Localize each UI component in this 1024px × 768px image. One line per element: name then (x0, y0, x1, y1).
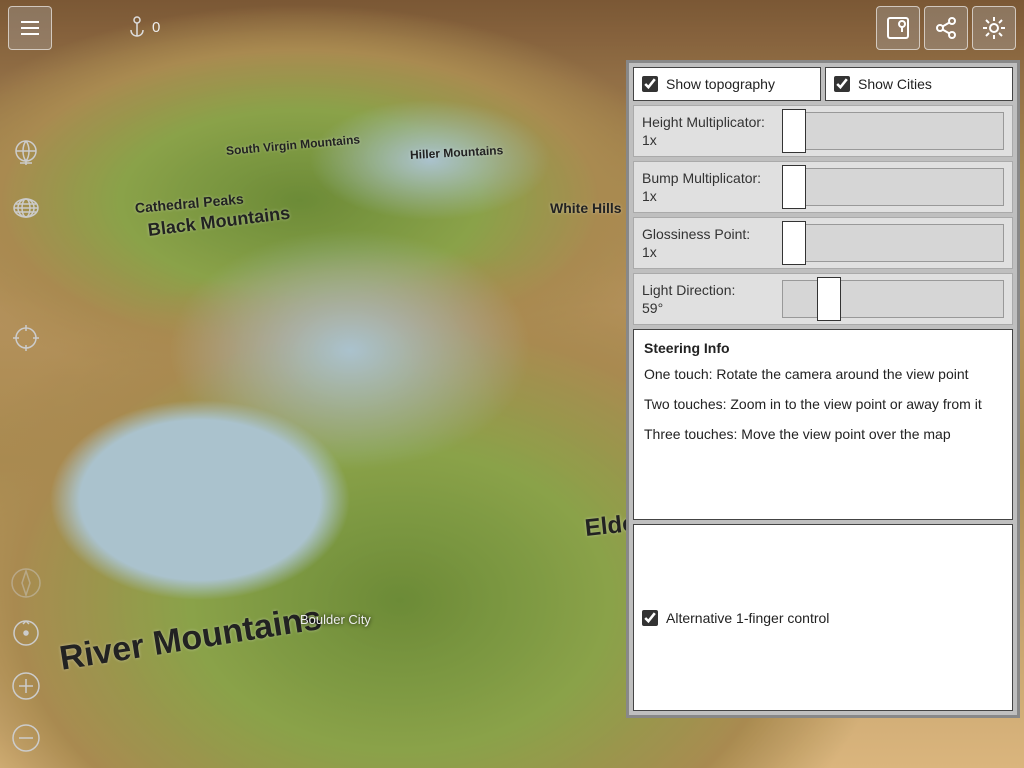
menu-button[interactable] (8, 6, 52, 50)
zoom-in-button[interactable] (8, 668, 44, 704)
gloss-slider-row: Glossiness Point:1x (633, 217, 1013, 269)
steering-info-title: Steering Info (644, 340, 1002, 356)
show-cities-input[interactable] (834, 76, 850, 92)
settings-button[interactable] (972, 6, 1016, 50)
gloss-slider[interactable] (782, 224, 1004, 262)
gloss-slider-label: Glossiness Point:1x (642, 225, 782, 261)
light-slider-row: Light Direction:59° (633, 273, 1013, 325)
map-pin-icon (885, 15, 911, 41)
light-slider[interactable] (782, 280, 1004, 318)
steering-info-box: Steering Info One touch: Rotate the came… (633, 329, 1013, 520)
steering-info-line: Three touches: Move the view point over … (644, 426, 1002, 442)
bump-slider-label: Bump Multiplicator:1x (642, 169, 782, 205)
show-topography-checkbox[interactable]: Show topography (633, 67, 821, 101)
crosshair-icon (11, 323, 41, 353)
bump-slider[interactable] (782, 168, 1004, 206)
compass-button[interactable] (8, 565, 44, 601)
globe-wire-button[interactable] (8, 190, 44, 226)
settings-panel: Show topography Show Cities Height Multi… (626, 60, 1020, 718)
bump-slider-row: Bump Multiplicator:1x (633, 161, 1013, 213)
share-button[interactable] (924, 6, 968, 50)
anchor-icon (128, 16, 146, 38)
height-slider-label: Height Multiplicator:1x (642, 113, 782, 149)
plus-icon (10, 670, 42, 702)
globe-icon (11, 138, 41, 168)
show-topography-input[interactable] (642, 76, 658, 92)
locate-button[interactable] (8, 320, 44, 356)
share-icon (933, 15, 959, 41)
compass-icon (9, 566, 43, 600)
zoom-out-button[interactable] (8, 720, 44, 756)
steering-info-line: One touch: Rotate the camera around the … (644, 366, 1002, 382)
steering-info-line: Two touches: Zoom in to the view point o… (644, 396, 1002, 412)
height-slider-row: Height Multiplicator:1x (633, 105, 1013, 157)
gear-icon (980, 14, 1008, 42)
altitude-value: 0 (152, 19, 160, 36)
altitude-indicator: 0 (128, 16, 160, 38)
globe-wire-icon (11, 193, 41, 223)
alt-control-label: Alternative 1-finger control (666, 610, 829, 626)
alt-control-input[interactable] (642, 610, 658, 626)
show-topography-label: Show topography (666, 76, 775, 92)
hamburger-icon (17, 15, 43, 41)
globe-solid-button[interactable] (8, 135, 44, 171)
alt-control-checkbox[interactable]: Alternative 1-finger control (633, 524, 1013, 711)
show-cities-checkbox[interactable]: Show Cities (825, 67, 1013, 101)
show-cities-label: Show Cities (858, 76, 932, 92)
height-slider[interactable] (782, 112, 1004, 150)
google-maps-button[interactable] (876, 6, 920, 50)
light-slider-label: Light Direction:59° (642, 281, 782, 317)
rotate-icon (10, 617, 42, 649)
minus-icon (10, 722, 42, 754)
rotate-button[interactable] (8, 615, 44, 651)
